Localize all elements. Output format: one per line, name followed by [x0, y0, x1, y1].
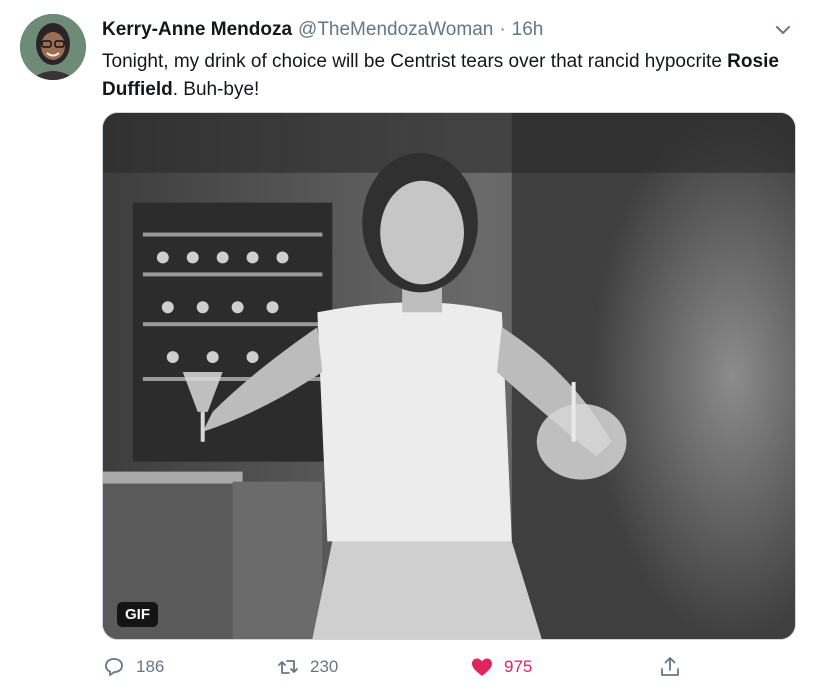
tweet-text: Tonight, my drink of choice will be Cent… — [102, 48, 792, 104]
tweet-timestamp[interactable]: 16h — [512, 19, 544, 41]
avatar[interactable] — [20, 14, 86, 80]
like-button[interactable]: 975 — [470, 655, 532, 679]
tweet-gif[interactable]: GIF — [102, 112, 796, 640]
chevron-down-icon[interactable] — [773, 20, 793, 40]
share-icon — [658, 655, 682, 679]
tweet-header: Kerry-Anne Mendoza @TheMendozaWoman · 16… — [102, 18, 543, 42]
tweet-text-part1: Tonight, my drink of choice will be Cent… — [102, 51, 728, 72]
reply-count: 186 — [136, 657, 165, 676]
share-button[interactable] — [658, 655, 682, 679]
retweet-count: 230 — [310, 657, 339, 676]
tweet-text-part2: . Buh-bye! — [172, 79, 260, 100]
like-count: 975 — [504, 657, 533, 676]
reply-icon — [102, 655, 126, 679]
separator-dot: · — [499, 19, 506, 40]
heart-icon — [470, 655, 494, 679]
reply-button[interactable]: 186 — [102, 655, 164, 679]
author-handle[interactable]: @TheMendozaWoman — [298, 19, 493, 41]
gif-badge: GIF — [117, 602, 158, 627]
gif-frame-image — [103, 113, 795, 639]
action-bar: 186 230 975 — [102, 652, 792, 682]
avatar-image — [20, 14, 86, 80]
tweet: Kerry-Anne Mendoza @TheMendozaWoman · 16… — [0, 0, 817, 692]
author-name[interactable]: Kerry-Anne Mendoza — [102, 19, 292, 41]
retweet-button[interactable]: 230 — [276, 655, 338, 679]
retweet-icon — [276, 655, 300, 679]
